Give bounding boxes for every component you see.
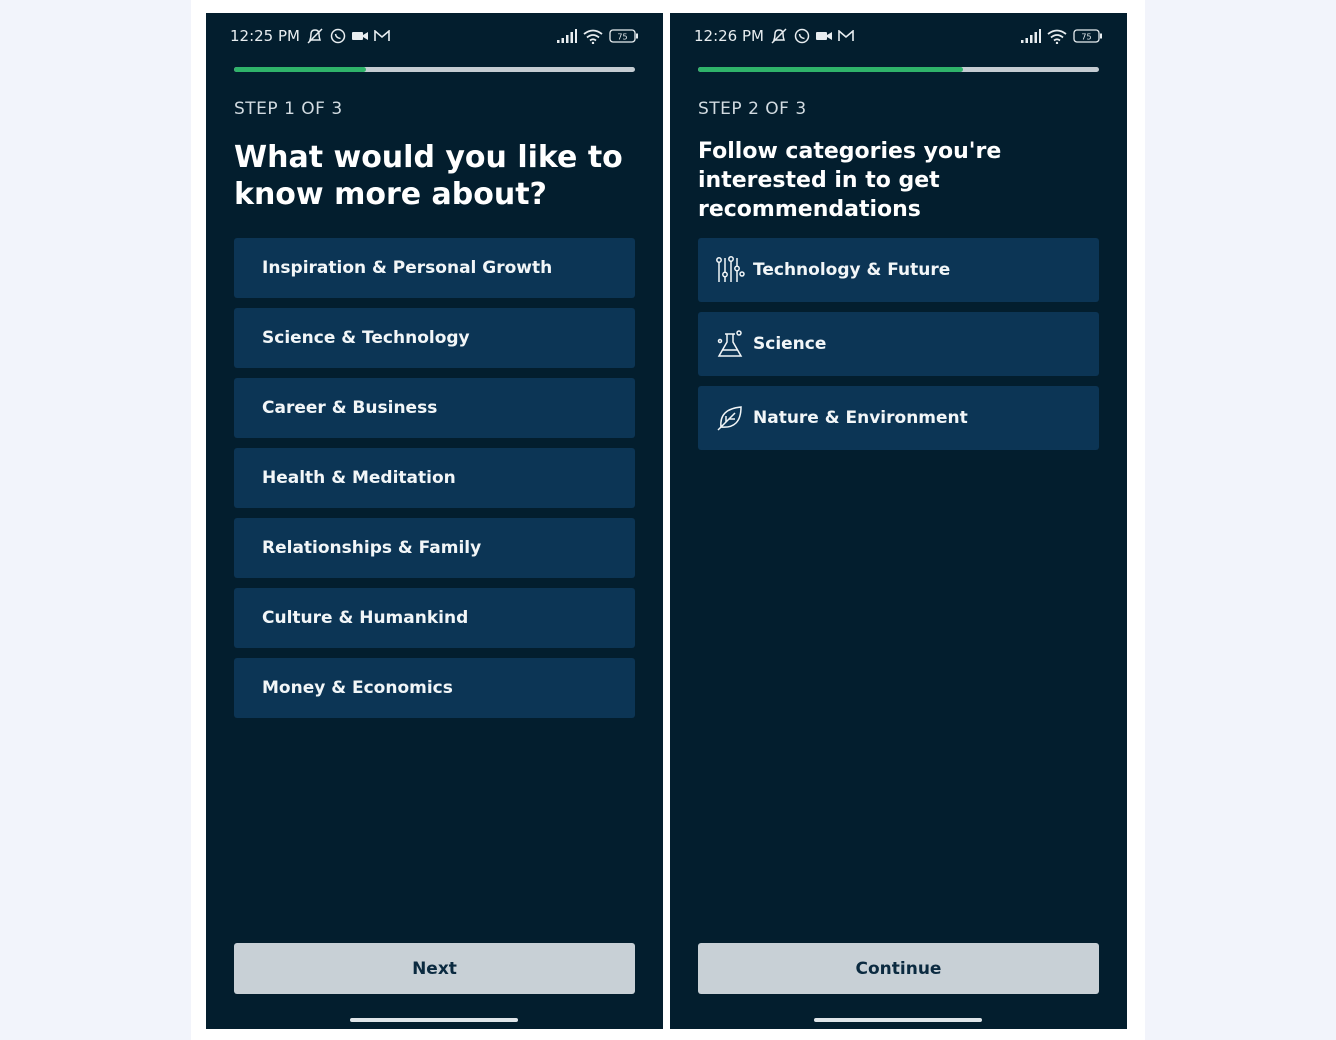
topic-option-relationships[interactable]: Relationships & Family bbox=[234, 518, 635, 578]
step-indicator: STEP 1 OF 3 bbox=[234, 99, 343, 119]
whatsapp-icon bbox=[330, 28, 346, 44]
topic-option-money[interactable]: Money & Economics bbox=[234, 658, 635, 718]
progress-bar bbox=[698, 67, 1099, 72]
topic-option-career[interactable]: Career & Business bbox=[234, 378, 635, 438]
flask-icon bbox=[715, 329, 745, 359]
topic-list: Inspiration & Personal Growth Science & … bbox=[234, 238, 635, 718]
topic-option-inspiration[interactable]: Inspiration & Personal Growth bbox=[234, 238, 635, 298]
category-list: Technology & Future Science Nature & Env… bbox=[698, 238, 1099, 450]
status-bar: 12:26 PM 75 bbox=[694, 25, 1103, 47]
video-icon bbox=[815, 30, 832, 42]
topic-option-science[interactable]: Science & Technology bbox=[234, 308, 635, 368]
leaf-icon bbox=[715, 403, 745, 433]
signal-icon bbox=[557, 29, 577, 43]
video-icon bbox=[351, 30, 368, 42]
category-label: Technology & Future bbox=[753, 260, 951, 280]
battery-icon: 75 bbox=[1073, 29, 1103, 43]
battery-level: 75 bbox=[617, 33, 627, 42]
step-indicator: STEP 2 OF 3 bbox=[698, 99, 807, 119]
whatsapp-icon bbox=[794, 28, 810, 44]
mute-icon bbox=[770, 28, 788, 44]
page-title: Follow categories you're interested in t… bbox=[698, 139, 1002, 222]
category-label: Science bbox=[753, 334, 827, 354]
status-bar: 12:25 PM 75 bbox=[230, 25, 639, 47]
phone-screen-step-1: 12:25 PM 75 STEP 1 OF 3 What would you l… bbox=[206, 13, 663, 1029]
category-option-science[interactable]: Science bbox=[698, 312, 1099, 376]
mute-icon bbox=[306, 28, 324, 44]
battery-icon: 75 bbox=[609, 29, 639, 43]
progress-fill bbox=[234, 67, 367, 72]
battery-level: 75 bbox=[1081, 33, 1091, 42]
gmail-icon bbox=[838, 30, 854, 42]
progress-bar bbox=[234, 67, 635, 72]
continue-button[interactable]: Continue bbox=[698, 943, 1099, 994]
status-time: 12:25 PM bbox=[230, 27, 300, 45]
progress-fill bbox=[698, 67, 963, 72]
wifi-icon bbox=[1047, 29, 1067, 44]
next-button[interactable]: Next bbox=[234, 943, 635, 994]
wifi-icon bbox=[583, 29, 603, 44]
category-label: Nature & Environment bbox=[753, 408, 968, 428]
topic-option-health[interactable]: Health & Meditation bbox=[234, 448, 635, 508]
page-title: What would you like to know more about? bbox=[234, 140, 623, 212]
category-option-technology[interactable]: Technology & Future bbox=[698, 238, 1099, 302]
gmail-icon bbox=[374, 30, 390, 42]
category-option-nature[interactable]: Nature & Environment bbox=[698, 386, 1099, 450]
signal-icon bbox=[1021, 29, 1041, 43]
home-indicator[interactable] bbox=[814, 1018, 982, 1022]
topic-option-culture[interactable]: Culture & Humankind bbox=[234, 588, 635, 648]
home-indicator[interactable] bbox=[350, 1018, 518, 1022]
circuit-icon bbox=[715, 255, 745, 285]
phone-screen-step-2: 12:26 PM 75 STEP 2 OF 3 Follow categorie… bbox=[670, 13, 1127, 1029]
status-time: 12:26 PM bbox=[694, 27, 764, 45]
